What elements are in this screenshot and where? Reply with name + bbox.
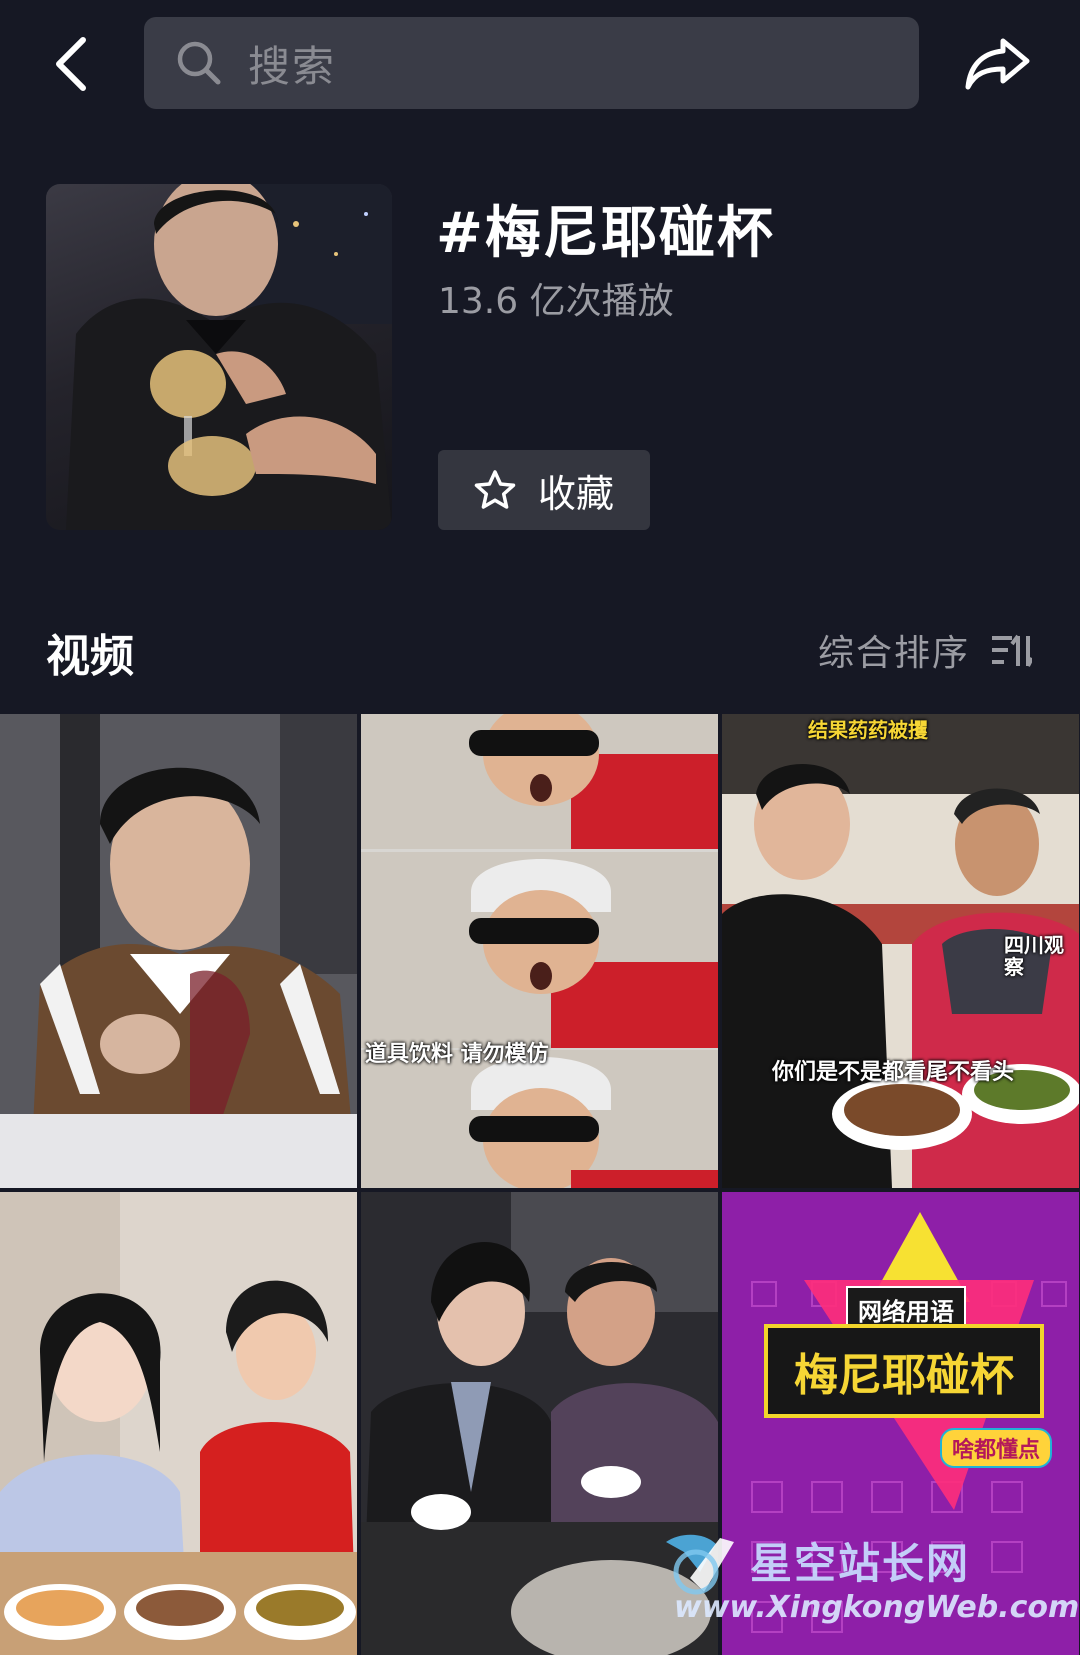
video-thumbnail-1[interactable] [0,714,357,1188]
video-5-illustration [361,1192,718,1655]
top-bar: 搜索 [0,0,1080,120]
cover-illustration [66,184,392,530]
sort-label: 综合排序 [817,633,970,674]
video-thumbnail-3[interactable]: 结果药药被攫 四川观察 你们是不是都看尾不看头 [722,714,1079,1188]
back-button[interactable] [40,30,100,98]
video-thumbnail-2[interactable]: 道具饮料 请勿模仿 [361,714,718,1188]
video-1-illustration [0,714,357,1188]
video-thumbnail-5[interactable] [361,1192,718,1655]
video-3-caption: 你们是不是都看尾不看头 [772,1060,1015,1085]
topic-cover-image [46,184,392,530]
search-placeholder: 搜索 [248,41,337,91]
video-thumbnail-6[interactable]: 网络用语 梅尼耶碰杯 啥都懂点 [722,1192,1079,1655]
video-4-illustration [0,1192,357,1655]
share-arrow-icon [965,38,1030,90]
search-icon [177,41,221,85]
videos-section-title: 视频 [46,631,134,682]
sort-button[interactable]: 综合排序 [818,624,1032,676]
video-2-caption: 道具饮料 请勿模仿 [365,1042,549,1067]
video-grid: 道具饮料 请勿模仿 结果药药被攫 四川观察 你们是不是都看尾不看头 网络用语 梅… [0,714,1080,1655]
star-outline-icon [474,470,516,509]
share-button[interactable] [958,30,1038,98]
chevron-left-icon [56,37,86,91]
search-input[interactable]: 搜索 [144,17,919,109]
play-count: 13.6 亿次播放 [438,281,674,322]
sort-icon [992,634,1032,667]
favorite-button[interactable]: 收藏 [438,450,650,530]
video-3-corner-text: 四川观察 [1004,933,1064,979]
video-3-top-text: 结果药药被攫 [808,718,928,742]
video-6-title: 梅尼耶碰杯 [764,1324,1044,1418]
video-thumbnail-4[interactable] [0,1192,357,1655]
video-6-tag: 啥都懂点 [940,1428,1053,1468]
topic-title: #梅尼耶碰杯 [436,201,775,266]
favorite-label: 收藏 [537,471,614,516]
video-2-illustration [361,714,718,1188]
